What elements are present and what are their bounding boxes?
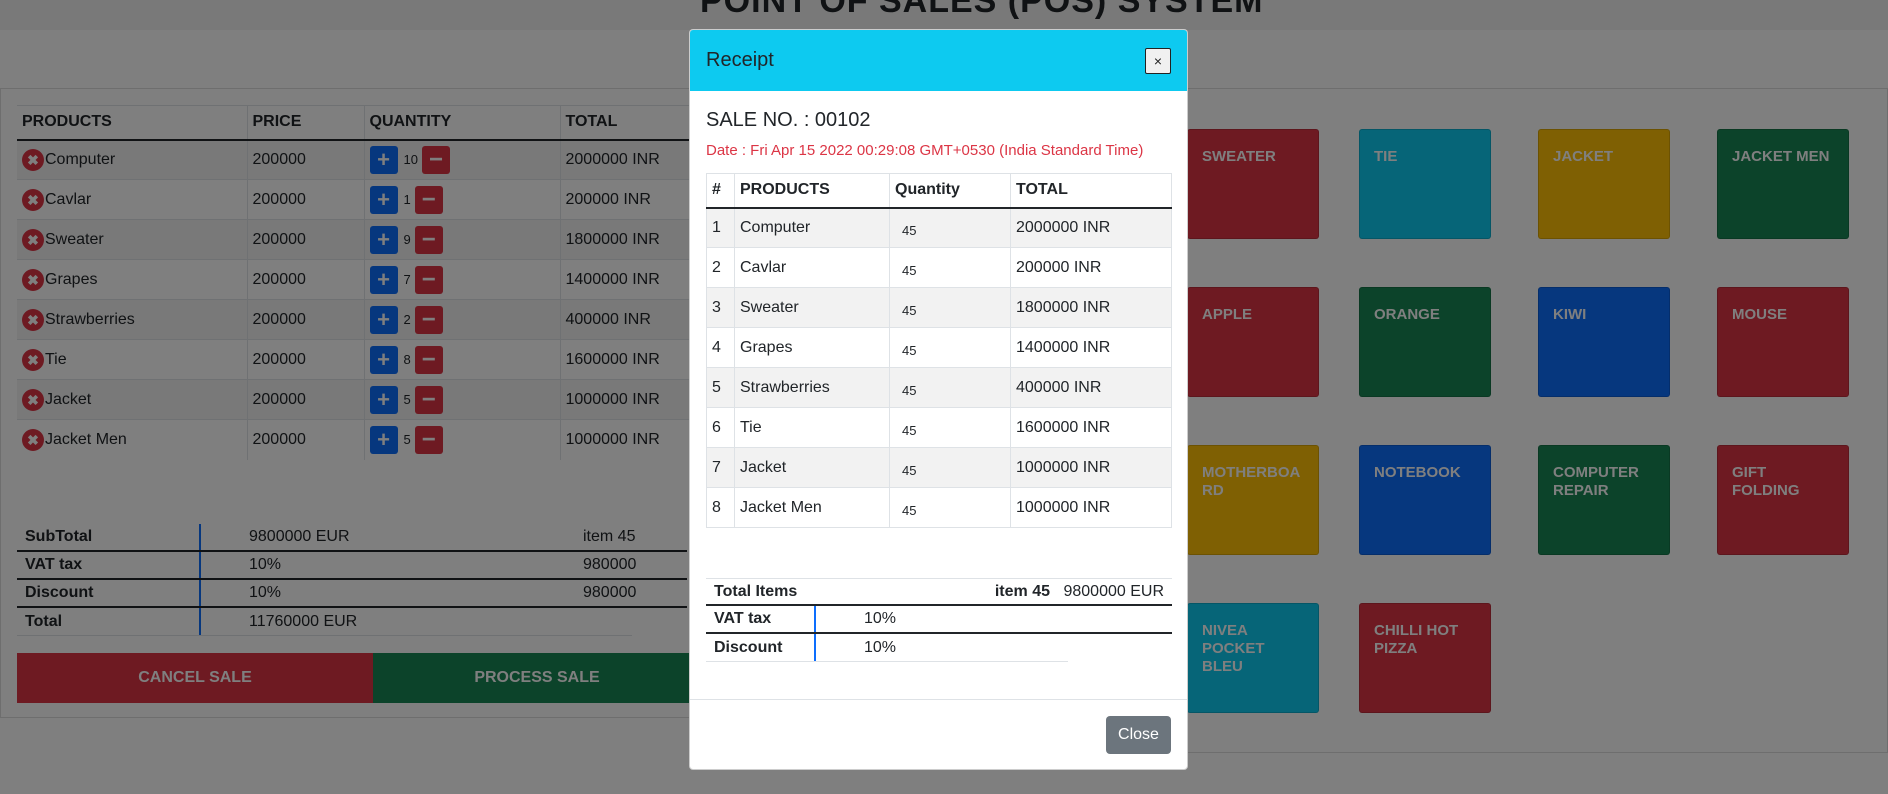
- receipt-vat-label: VAT tax: [706, 606, 816, 632]
- row-index: 4: [706, 327, 735, 368]
- quantity: 45: [889, 407, 1011, 448]
- table-row: 5 Strawberries 45 400000 INR: [706, 367, 1172, 408]
- modal-header: Receipt ×: [690, 30, 1187, 91]
- product-name: Strawberries: [734, 367, 890, 408]
- sale-number: SALE NO. : 00102: [706, 109, 871, 131]
- quantity: 45: [889, 327, 1011, 368]
- table-row: 8 Jacket Men 45 1000000 INR: [706, 487, 1172, 528]
- product-name: Jacket Men: [734, 487, 890, 528]
- receipt-discount-value: 10%: [864, 638, 897, 656]
- product-name: Tie: [734, 407, 890, 448]
- table-row: 3 Sweater 45 1800000 INR: [706, 287, 1172, 328]
- receipt-discount-row: Discount 10%: [706, 634, 1068, 662]
- modal-title: Receipt: [706, 49, 774, 71]
- line-total: 1600000 INR: [1010, 407, 1172, 448]
- product-name: Computer: [734, 207, 890, 248]
- col-products: PRODUCTS: [734, 173, 890, 209]
- receipt-header-row: # PRODUCTS Quantity TOTAL: [706, 173, 1172, 209]
- sale-date: Date : Fri Apr 15 2022 00:29:08 GMT+0530…: [706, 142, 1144, 159]
- quantity: 45: [889, 287, 1011, 328]
- row-index: 7: [706, 447, 735, 488]
- line-total: 1800000 INR: [1010, 287, 1172, 328]
- table-row: 7 Jacket 45 1000000 INR: [706, 447, 1172, 488]
- product-name: Cavlar: [734, 247, 890, 288]
- row-index: 8: [706, 487, 735, 528]
- row-index: 1: [706, 207, 735, 248]
- col-index: #: [706, 173, 735, 209]
- total-items-label: Total Items: [714, 582, 798, 600]
- quantity: 45: [889, 367, 1011, 408]
- receipt-modal: Receipt × SALE NO. : 00102 Date : Fri Ap…: [689, 29, 1188, 770]
- receipt-vat-value: 10%: [864, 610, 897, 627]
- line-total: 200000 INR: [1010, 247, 1172, 288]
- modal-body: SALE NO. : 00102 Date : Fri Apr 15 2022 …: [690, 91, 1187, 662]
- receipt-table: # PRODUCTS Quantity TOTAL 1 Computer 45 200…: [706, 173, 1172, 528]
- quantity: 45: [889, 247, 1011, 288]
- col-quantity: Quantity: [889, 173, 1011, 209]
- col-total: TOTAL: [1010, 173, 1172, 209]
- total-items-value: 9800000 EUR: [1063, 582, 1164, 600]
- row-index: 5: [706, 367, 735, 408]
- line-total: 400000 INR: [1010, 367, 1172, 408]
- close-button[interactable]: Close: [1106, 716, 1171, 754]
- line-total: 2000000 INR: [1010, 207, 1172, 248]
- receipt-totals: Total Items item 45 9800000 EUR VAT tax …: [706, 578, 1172, 662]
- product-name: Grapes: [734, 327, 890, 368]
- quantity: 45: [889, 207, 1011, 248]
- row-index: 3: [706, 287, 735, 328]
- product-name: Jacket: [734, 447, 890, 488]
- line-total: 1000000 INR: [1010, 447, 1172, 488]
- table-row: 2 Cavlar 45 200000 INR: [706, 247, 1172, 288]
- table-row: 6 Tie 45 1600000 INR: [706, 407, 1172, 448]
- row-index: 2: [706, 247, 735, 288]
- quantity: 45: [889, 447, 1011, 488]
- row-index: 6: [706, 407, 735, 448]
- receipt-vat-row: VAT tax 10%: [706, 606, 1172, 634]
- total-items-count: item 45: [994, 582, 1050, 600]
- table-row: 4 Grapes 45 1400000 INR: [706, 327, 1172, 368]
- table-row: 1 Computer 45 2000000 INR: [706, 207, 1172, 248]
- receipt-discount-label: Discount: [706, 634, 816, 661]
- close-icon[interactable]: ×: [1145, 47, 1171, 74]
- quantity: 45: [889, 487, 1011, 528]
- line-total: 1000000 INR: [1010, 487, 1172, 528]
- line-total: 1400000 INR: [1010, 327, 1172, 368]
- product-name: Sweater: [734, 287, 890, 328]
- modal-footer: Close: [690, 699, 1187, 769]
- total-items-row: Total Items item 45 9800000 EUR: [706, 579, 1172, 606]
